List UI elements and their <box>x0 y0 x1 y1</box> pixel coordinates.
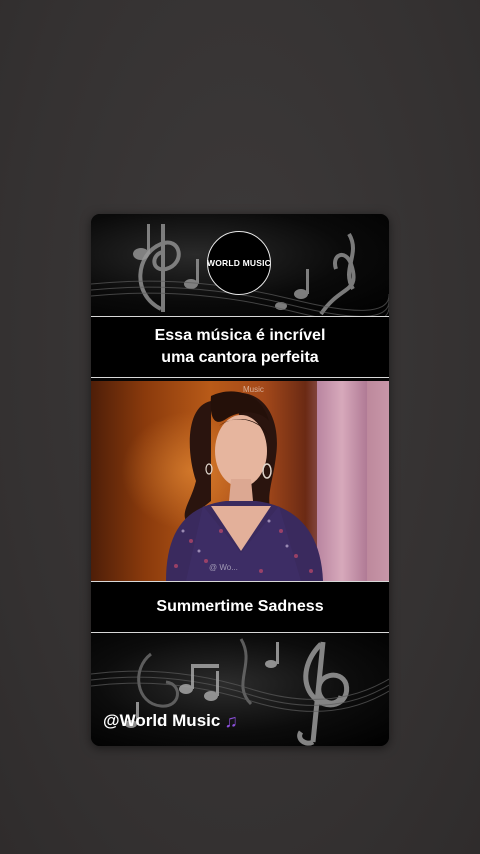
song-title: Summertime Sadness <box>156 598 324 615</box>
footer-decoration: @World Music ♫ <box>91 634 389 746</box>
story-screen: WORLD MUSIC Essa música é incrível uma c… <box>0 0 480 854</box>
singer-figure <box>166 391 323 581</box>
video-frame[interactable]: Music @ Wo... <box>91 381 389 581</box>
caption-line-2: uma cantora perfeita <box>161 349 319 366</box>
caption-box: Essa música é incrível uma cantora perfe… <box>91 316 389 378</box>
logo-text: WORLD MUSIC <box>206 258 272 268</box>
handle-text: @World Music <box>103 711 221 730</box>
video-watermark-bottom: @ Wo... <box>209 563 238 572</box>
header-decoration: WORLD MUSIC <box>91 214 389 316</box>
video-watermark-top: Music <box>243 385 264 394</box>
world-music-logo[interactable]: WORLD MUSIC <box>207 231 271 295</box>
account-handle[interactable]: @World Music ♫ <box>103 711 238 731</box>
story-card: WORLD MUSIC Essa música é incrível uma c… <box>91 214 389 746</box>
song-title-box: Summertime Sadness <box>91 581 389 633</box>
caption-line-1: Essa música é incrível <box>154 327 326 344</box>
music-note-icon: ♫ <box>224 711 238 731</box>
